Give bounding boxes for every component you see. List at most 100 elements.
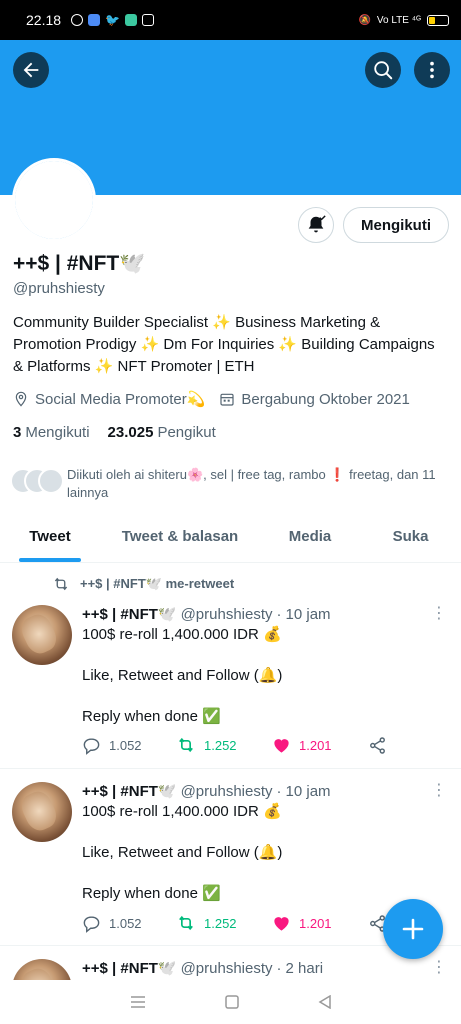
back-nav-icon[interactable] bbox=[318, 995, 332, 1009]
share-button[interactable] bbox=[368, 736, 387, 755]
tweet-time: 10 jam bbox=[285, 782, 331, 800]
tweet-text: 100$ re-roll 1,400.000 IDR 💰 Like, Retwe… bbox=[82, 625, 442, 727]
tweet[interactable]: ++$ | #NFT🕊️ @pruhshiesty · 2 hari ⋮ bbox=[0, 947, 461, 980]
whatsapp-icon bbox=[71, 14, 84, 26]
search-icon bbox=[374, 61, 393, 80]
reply-button[interactable]: 1.052 bbox=[82, 914, 176, 933]
like-count: 1.201 bbox=[299, 737, 332, 753]
battery-icon bbox=[427, 14, 449, 26]
following-button[interactable]: Mengikuti bbox=[343, 207, 449, 243]
tweet-line: Reply when done ✅ bbox=[82, 708, 221, 725]
tweet-time: 10 jam bbox=[285, 605, 331, 623]
like-button[interactable]: 1.201 bbox=[272, 736, 368, 755]
retweet-button[interactable]: 1.252 bbox=[176, 913, 272, 933]
follow-counts: 3 Mengikuti 23.025 Pengikut bbox=[13, 424, 216, 441]
avatar[interactable] bbox=[12, 605, 72, 665]
tweet-dot: · bbox=[276, 605, 282, 623]
retweet-count: 1.252 bbox=[204, 737, 237, 753]
retweet-count: 1.252 bbox=[204, 915, 237, 931]
like-count: 1.201 bbox=[299, 915, 332, 931]
profile-bio: Community Builder Specialist ✨ Business … bbox=[13, 314, 435, 375]
tweet-line: 100$ re-roll 1,400.000 IDR 💰 bbox=[82, 803, 282, 820]
avatar bbox=[38, 468, 64, 494]
battery-level bbox=[429, 16, 435, 24]
tab-tweets[interactable]: Tweet bbox=[0, 520, 100, 562]
status-right: 🔕 Vo LTE ⁴ᴳ bbox=[358, 14, 449, 26]
status-bar: 22.18 🐦 🔕 Vo LTE ⁴ᴳ bbox=[0, 0, 461, 40]
back-button[interactable] bbox=[13, 52, 49, 88]
recent-apps-icon[interactable] bbox=[130, 995, 146, 1009]
tweet-line: Reply when done ✅ bbox=[82, 885, 221, 902]
avatar[interactable] bbox=[12, 959, 72, 980]
tweet-dot: · bbox=[276, 782, 282, 800]
followed-by[interactable]: Diikuti oleh ai shiteru🌸, sel | free tag… bbox=[10, 466, 450, 502]
profile-meta: Social Media Promoter💫 Bergabung Oktober… bbox=[13, 390, 410, 408]
followed-by-avatars bbox=[10, 466, 64, 494]
following-label: Mengikuti bbox=[25, 424, 90, 441]
search-button[interactable] bbox=[365, 52, 401, 88]
tweet-author-name[interactable]: ++$ | #NFT🕊️ bbox=[82, 959, 177, 977]
followed-by-text: Diikuti oleh ai shiteru🌸, sel | free tag… bbox=[67, 467, 436, 500]
status-time: 22.18 bbox=[26, 12, 62, 28]
mute-icon: 🔕 bbox=[358, 14, 371, 26]
followers-label: Pengikut bbox=[157, 424, 216, 441]
tweet-actions: 1.052 1.252 1.201 bbox=[82, 913, 387, 933]
following-link[interactable]: 3 Mengikuti bbox=[13, 424, 90, 441]
more-button[interactable] bbox=[414, 52, 450, 88]
tweet-header: ++$ | #NFT🕊️ @pruhshiesty · 2 hari bbox=[82, 959, 323, 978]
tab-likes[interactable]: Suka bbox=[360, 520, 461, 562]
reply-icon bbox=[83, 915, 100, 933]
tweet[interactable]: ++$ | #NFT🕊️ @pruhshiesty · 10 jam ⋮ 100… bbox=[0, 595, 461, 769]
tweet-author-handle: @pruhshiesty bbox=[180, 782, 273, 800]
tweet-line: 100$ re-roll 1,400.000 IDR 💰 bbox=[82, 626, 282, 643]
tweet-more-button[interactable]: ⋮ bbox=[431, 957, 447, 977]
display-name: ++$ | #NFT🕊️ bbox=[13, 252, 146, 275]
app-icon bbox=[88, 14, 101, 26]
tweet-author-handle: @pruhshiesty bbox=[180, 605, 273, 623]
tweet-more-button[interactable]: ⋮ bbox=[431, 603, 447, 623]
reply-count: 1.052 bbox=[109, 737, 142, 753]
like-button[interactable]: 1.201 bbox=[272, 914, 368, 933]
share-icon bbox=[370, 736, 385, 754]
tweet-actions: 1.052 1.252 1.201 bbox=[82, 735, 387, 755]
profile-joined: Bergabung Oktober 2021 bbox=[241, 390, 410, 408]
compose-tweet-button[interactable] bbox=[383, 899, 443, 959]
profile-avatar[interactable] bbox=[12, 158, 96, 242]
following-count: 3 bbox=[13, 424, 22, 441]
location-icon bbox=[15, 391, 27, 407]
plus-icon bbox=[402, 918, 424, 940]
reply-icon bbox=[83, 737, 100, 755]
tab-tweets-replies[interactable]: Tweet & balasan bbox=[100, 520, 260, 562]
tweet-more-button[interactable]: ⋮ bbox=[431, 780, 447, 800]
retweet-note: ++$ | #NFT🕊️ me-retweet bbox=[52, 575, 234, 593]
tweet-line: Like, Retweet and Follow (🔔) bbox=[82, 667, 283, 684]
calendar-icon bbox=[220, 393, 235, 406]
retweet-button[interactable]: 1.252 bbox=[176, 735, 272, 755]
bell-check-icon bbox=[308, 215, 326, 233]
tweet-header: ++$ | #NFT🕊️ @pruhshiesty · 10 jam bbox=[82, 605, 331, 624]
retweet-note-text: ++$ | #NFT🕊️ me-retweet bbox=[80, 576, 235, 591]
arrow-left-icon bbox=[23, 62, 39, 78]
instagram-icon bbox=[142, 14, 154, 26]
heart-icon bbox=[274, 738, 289, 753]
system-nav-bar bbox=[0, 980, 461, 1024]
retweet-icon bbox=[54, 577, 68, 591]
notifications-button[interactable] bbox=[298, 207, 334, 243]
tweet-author-handle: @pruhshiesty bbox=[180, 959, 273, 977]
tweet-text: 100$ re-roll 1,400.000 IDR 💰 Like, Retwe… bbox=[82, 802, 442, 904]
chat-icon bbox=[125, 14, 137, 26]
network-label: Vo LTE ⁴ᴳ bbox=[376, 14, 421, 26]
retweet-icon bbox=[179, 915, 193, 931]
avatar[interactable] bbox=[12, 782, 72, 842]
tweet-author-name[interactable]: ++$ | #NFT🕊️ bbox=[82, 782, 177, 800]
tweet-author-name[interactable]: ++$ | #NFT🕊️ bbox=[82, 605, 177, 623]
tab-media[interactable]: Media bbox=[260, 520, 360, 562]
profile-handle: @pruhshiesty bbox=[13, 280, 105, 297]
followers-link[interactable]: 23.025 Pengikut bbox=[108, 424, 216, 441]
home-icon[interactable] bbox=[224, 995, 239, 1009]
reply-button[interactable]: 1.052 bbox=[82, 736, 176, 755]
profile-tabs: Tweet Tweet & balasan Media Suka bbox=[0, 520, 461, 563]
notification-icons: 🐦 bbox=[71, 13, 154, 27]
tweet-line: Like, Retweet and Follow (🔔) bbox=[82, 844, 283, 861]
twitter-icon: 🐦 bbox=[105, 13, 120, 27]
